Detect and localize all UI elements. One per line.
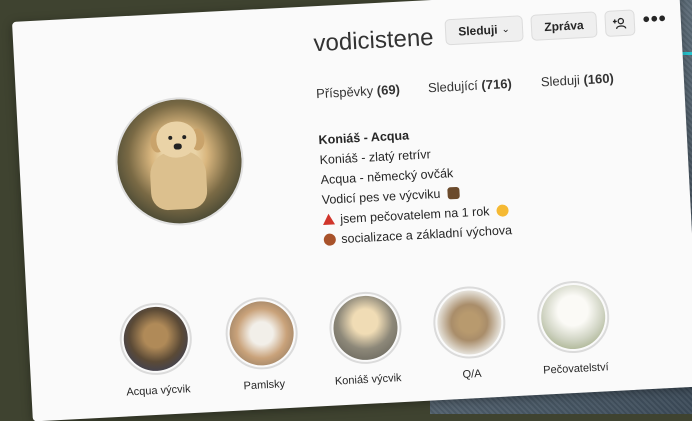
highlight-ring [327, 290, 404, 366]
highlight-konias-vycvik[interactable]: Koniáš výcvik [319, 290, 414, 389]
chevron-down-icon: ⌄ [501, 23, 511, 35]
highlight-thumbnail [435, 288, 503, 357]
paw-prints-icon [323, 233, 337, 246]
highlight-ring [535, 279, 612, 355]
highlight-label: Pečovatelství [542, 361, 609, 377]
avatar-dog-nose [173, 143, 182, 150]
person-add-icon[interactable] [604, 9, 636, 37]
guide-dog-emoji-icon [447, 186, 461, 200]
highlight-qa[interactable]: Q/A [423, 284, 518, 383]
followers-count: (716) [481, 75, 513, 93]
following-label: Sleduji [540, 72, 581, 90]
highlight-pamlsky[interactable]: Pamlsky [215, 295, 310, 394]
highlight-thumbnail [539, 283, 607, 351]
profile-bio: Koniáš - Acqua Koniáš - zlatý retrívr Ac… [318, 120, 512, 250]
highlight-thumbnail [228, 299, 296, 367]
smiling-face-emoji-icon [496, 204, 510, 217]
profile-card: vodicistene Sleduji ⌄ Zpráva ••• Příspěv… [12, 0, 692, 421]
highlight-label: Koniáš výcvik [334, 372, 402, 388]
following-stat[interactable]: Sleduji (160) [540, 71, 614, 90]
posts-stat[interactable]: Příspěvky (69) [316, 82, 400, 101]
warning-triangle-icon [322, 213, 336, 225]
followers-stat[interactable]: Sledující (716) [428, 76, 513, 95]
highlight-label: Q/A [462, 367, 482, 381]
posts-count: (69) [376, 81, 401, 98]
highlight-acqua-vycvik[interactable]: Acqua výcvik [109, 301, 204, 400]
highlight-thumbnail [122, 305, 190, 373]
highlight-ring [117, 301, 194, 377]
following-count: (160) [583, 70, 615, 88]
following-button[interactable]: Sleduji ⌄ [444, 15, 524, 46]
highlight-ring [223, 295, 300, 372]
message-button[interactable]: Zpráva [530, 11, 598, 41]
highlight-label: Acqua výcvik [126, 383, 191, 399]
following-button-label: Sleduji [457, 22, 498, 39]
highlight-pecovatelstvi[interactable]: Pečovatelství [526, 279, 621, 378]
profile-avatar[interactable] [112, 94, 247, 229]
avatar-dog-body [149, 150, 209, 211]
profile-username: vodicistene [312, 23, 435, 58]
posts-label: Příspěvky [315, 83, 374, 102]
more-options-icon[interactable]: ••• [642, 8, 667, 32]
highlight-thumbnail [331, 294, 400, 362]
highlight-ring [431, 284, 508, 361]
followers-label: Sledující [427, 77, 479, 96]
highlight-label: Pamlsky [243, 378, 286, 393]
